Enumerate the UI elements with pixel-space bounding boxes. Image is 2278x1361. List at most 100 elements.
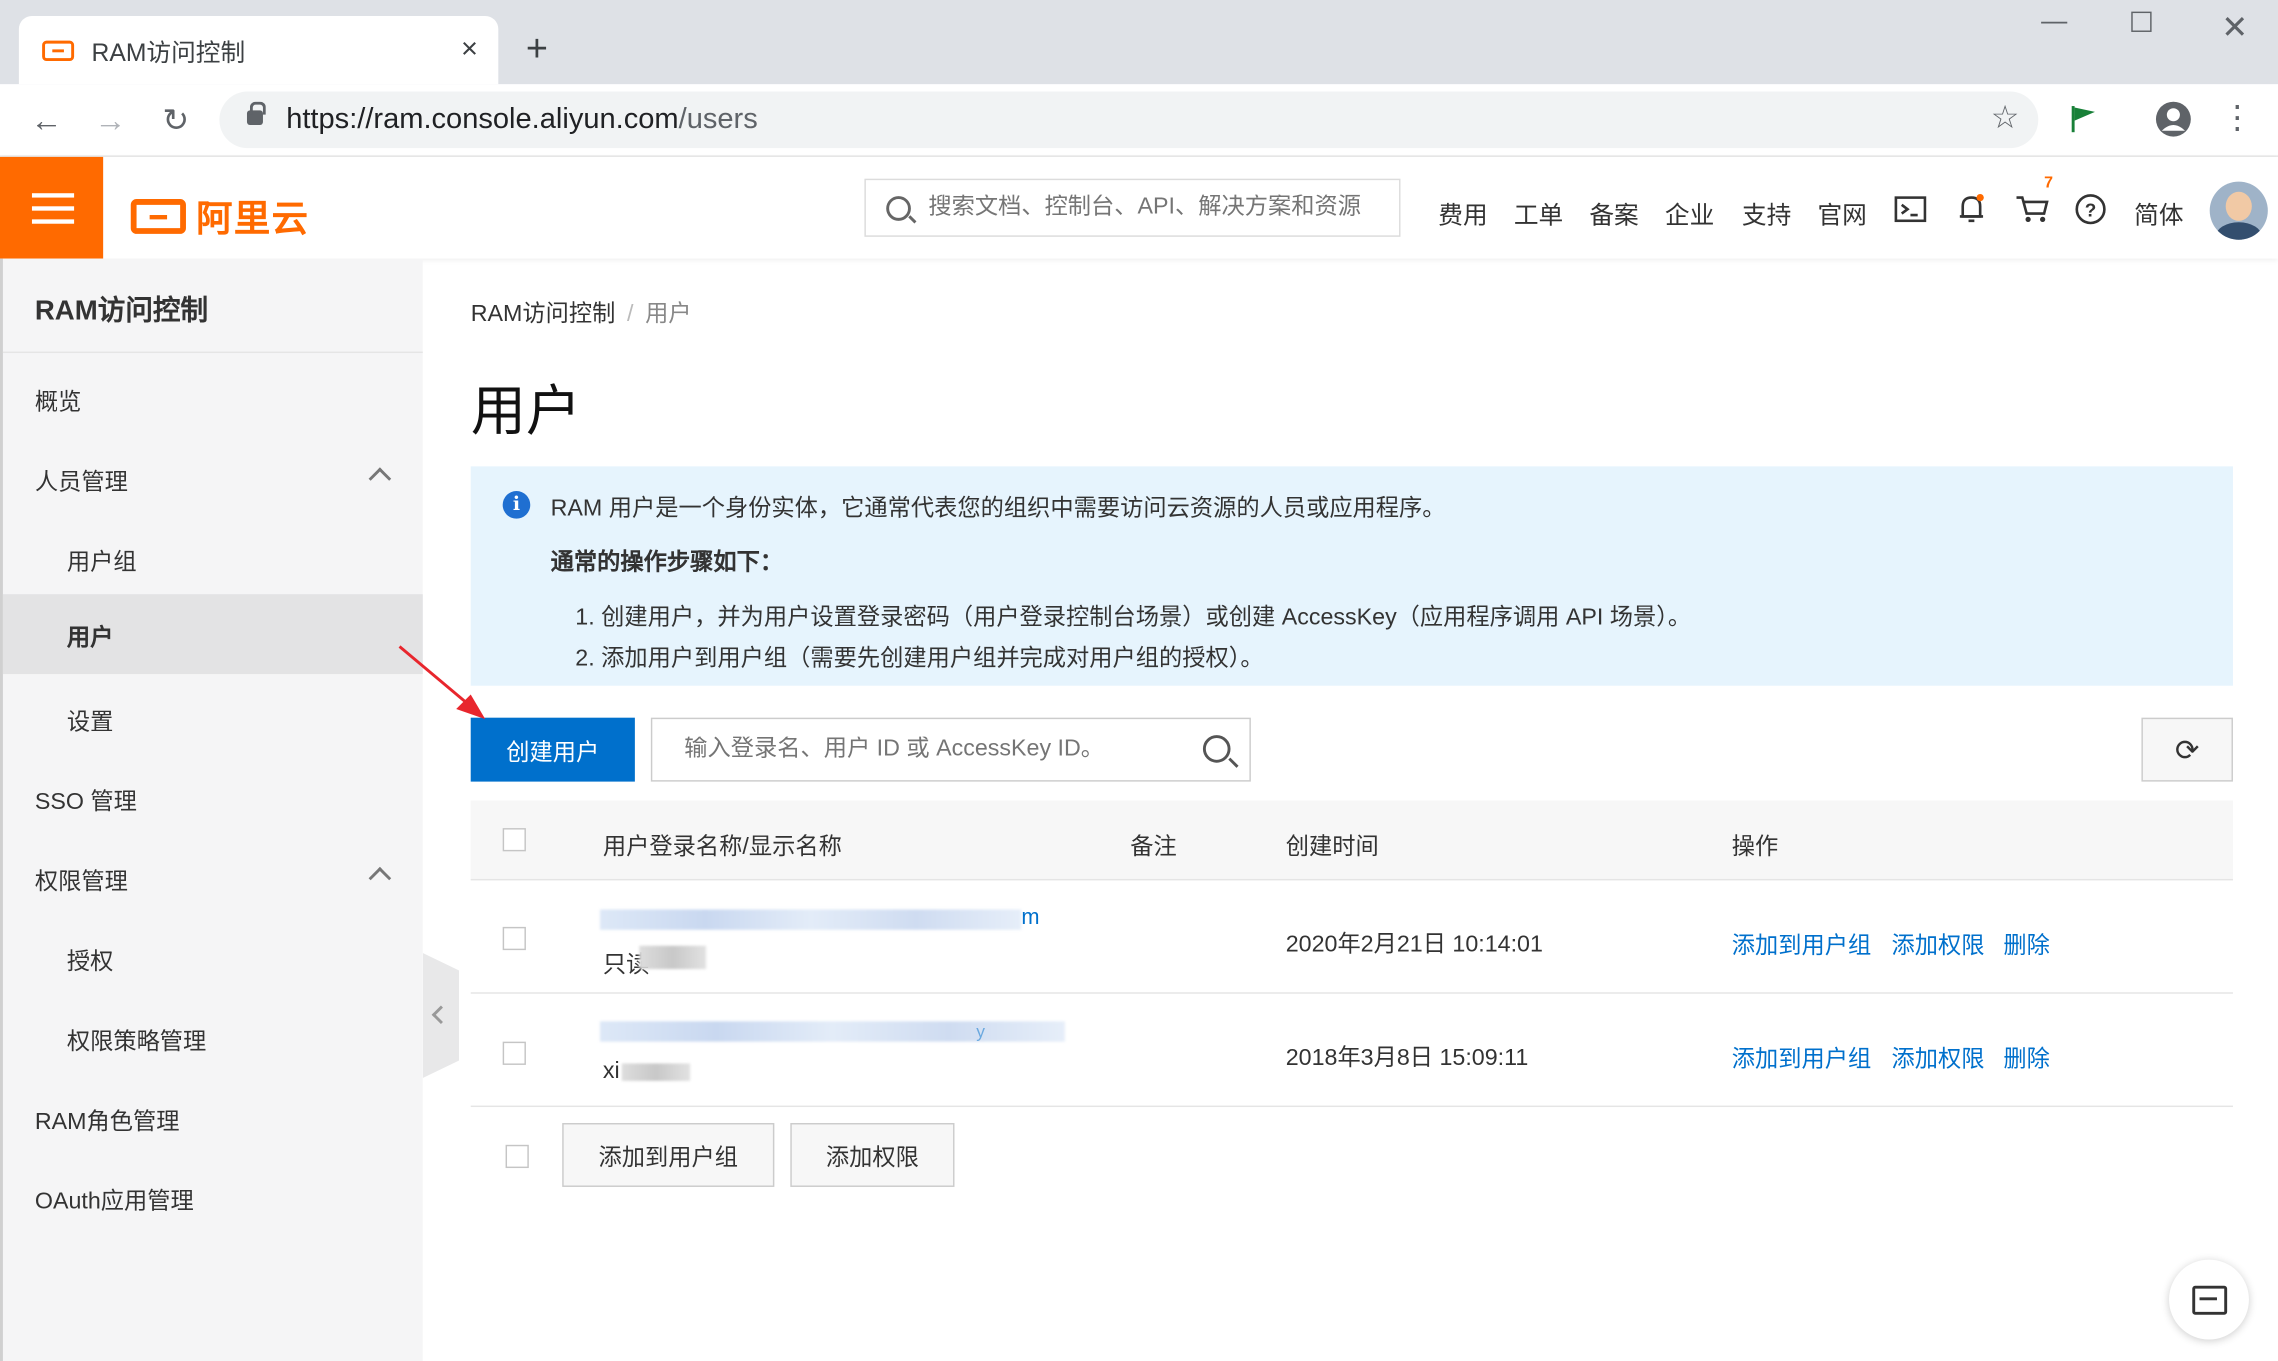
- notice-heading: 通常的操作步骤如下：: [550, 550, 784, 576]
- add-permission-link[interactable]: 添加权限: [1892, 1039, 1985, 1074]
- svg-text:?: ?: [2085, 200, 2097, 221]
- display-name-prefix: xi: [602, 1059, 620, 1084]
- header-link-icp[interactable]: 备案: [1589, 195, 1638, 231]
- bulk-add-to-group-button[interactable]: 添加到用户组: [562, 1123, 775, 1187]
- column-header-remark: 备注: [1130, 835, 1177, 861]
- forward-icon[interactable]: →: [90, 102, 131, 140]
- search-icon: [886, 195, 911, 221]
- bulk-add-permission-button[interactable]: 添加权限: [790, 1123, 955, 1187]
- aliyun-logo-icon: [130, 199, 186, 234]
- create-user-button[interactable]: 创建用户: [470, 717, 635, 782]
- sidebar-item-roles[interactable]: RAM角色管理: [3, 1078, 423, 1158]
- page-title: 用户: [470, 382, 582, 444]
- row-checkbox[interactable]: [502, 1041, 526, 1065]
- feedback-button[interactable]: [2169, 1259, 2249, 1340]
- sidebar-item-groups[interactable]: 用户组: [3, 519, 423, 599]
- notification-bell-icon[interactable]: [1957, 193, 1986, 225]
- notice-step-1: 1. 创建用户，并为用户设置登录密码（用户登录控制台场景）或创建 AccessK…: [575, 605, 1692, 631]
- delete-link[interactable]: 删除: [2003, 1039, 2050, 1074]
- header-link-fees[interactable]: 费用: [1438, 195, 1487, 231]
- url-text[interactable]: https://ram.console.aliyun.com/users: [286, 103, 758, 136]
- user-search-input[interactable]: [684, 736, 1179, 763]
- select-all-checkbox[interactable]: [502, 828, 526, 852]
- header-link-tickets[interactable]: 工单: [1514, 195, 1563, 231]
- sidebar-item-settings[interactable]: 设置: [3, 678, 423, 758]
- breadcrumb-root[interactable]: RAM访问控制: [471, 302, 616, 327]
- sidebar-item-label: 授权: [66, 949, 114, 975]
- refresh-button[interactable]: ⟳: [2141, 717, 2233, 782]
- feedback-icon: [2191, 1285, 2227, 1315]
- profile-icon[interactable]: [2155, 100, 2193, 138]
- sidebar-item-label: 人员管理: [34, 469, 128, 495]
- breadcrumb-separator: /: [626, 302, 634, 327]
- hamburger-menu-icon[interactable]: [0, 156, 104, 259]
- sidebar-item-people[interactable]: 人员管理: [3, 439, 423, 519]
- browser-menu-icon[interactable]: ⋮: [2217, 99, 2258, 137]
- sidebar-item-sso[interactable]: SSO 管理: [3, 758, 423, 838]
- redacted-login-name[interactable]: [600, 1021, 1065, 1042]
- url-host: https://ram.console.aliyun.com: [286, 103, 679, 136]
- sidebar-item-users[interactable]: 用户: [2, 594, 423, 675]
- bookmark-star-icon[interactable]: ☆: [1991, 99, 2020, 137]
- sidebar-item-label: 用户组: [66, 549, 137, 575]
- login-name-tail[interactable]: m: [1021, 905, 1039, 930]
- redacted-display-name: [639, 945, 707, 970]
- sidebar-item-policies[interactable]: 权限策略管理: [3, 998, 423, 1078]
- sidebar-collapse-handle[interactable]: [422, 953, 460, 1078]
- maximize-icon[interactable]: [2131, 11, 2152, 32]
- window-close-icon[interactable]: ✕: [2221, 9, 2248, 47]
- sidebar-title: RAM访问控制: [34, 296, 209, 327]
- sidebar-item-label: 概览: [34, 390, 82, 415]
- reload-icon[interactable]: ↻: [155, 102, 196, 140]
- header-link-website[interactable]: 官网: [1817, 195, 1866, 231]
- sidebar-item-grants[interactable]: 授权: [3, 918, 423, 998]
- cart-badge: 7: [2044, 174, 2053, 192]
- sidebar-item-label: 权限策略管理: [66, 1029, 207, 1055]
- add-to-group-link[interactable]: 添加到用户组: [1732, 1039, 1871, 1074]
- sidebar-item-label: 权限管理: [34, 869, 128, 895]
- sidebar-item-overview[interactable]: 概览: [3, 359, 423, 439]
- flag-extension-icon[interactable]: [2069, 105, 2098, 134]
- aliyun-logo[interactable]: 阿里云: [130, 190, 310, 242]
- browser-tab[interactable]: RAM访问控制 ×: [18, 15, 499, 85]
- global-search-input[interactable]: [928, 194, 1394, 221]
- created-time: 2018年3月8日 15:09:11: [1285, 1046, 1529, 1071]
- breadcrumb-current: 用户: [645, 302, 692, 327]
- sidebar-divider: [2, 351, 423, 354]
- cart-icon[interactable]: [2015, 195, 2050, 224]
- breadcrumb: RAM访问控制 / 用户: [471, 293, 692, 328]
- delete-link[interactable]: 删除: [2003, 925, 2050, 960]
- lock-icon: [246, 101, 266, 125]
- column-header-created: 创建时间: [1285, 835, 1379, 861]
- global-search[interactable]: [864, 178, 1401, 237]
- back-icon[interactable]: ←: [26, 102, 67, 140]
- add-to-group-link[interactable]: 添加到用户组: [1732, 925, 1871, 960]
- search-icon[interactable]: [1202, 735, 1231, 763]
- header-link-enterprise[interactable]: 企业: [1665, 195, 1714, 231]
- created-time: 2020年2月21日 10:14:01: [1285, 932, 1543, 958]
- help-icon[interactable]: ?: [2075, 193, 2107, 225]
- terminal-icon[interactable]: [1894, 196, 1927, 223]
- new-tab-icon[interactable]: +: [526, 26, 548, 70]
- minimize-icon[interactable]: —: [2041, 6, 2067, 37]
- url-path: /users: [678, 103, 758, 136]
- header-link-support[interactable]: 支持: [1742, 195, 1791, 231]
- notice-step-2: 2. 添加用户到用户组（需要先创建用户组并完成对用户组的授权）。: [575, 646, 1264, 672]
- bulk-select-checkbox[interactable]: [505, 1144, 529, 1169]
- row-checkbox[interactable]: [502, 926, 526, 951]
- tab-title: RAM访问控制: [91, 39, 246, 67]
- column-header-actions: 操作: [1731, 835, 1779, 861]
- sidebar-item-oauth[interactable]: OAuth应用管理: [3, 1158, 423, 1238]
- language-switch[interactable]: 简体: [2134, 195, 2183, 231]
- omnibox[interactable]: https://ram.console.aliyun.com/users ☆: [219, 91, 2039, 149]
- redacted-login-name[interactable]: [600, 909, 1022, 930]
- chevron-up-icon: [368, 866, 392, 890]
- tab-close-icon[interactable]: ×: [461, 33, 478, 66]
- avatar[interactable]: [2209, 181, 2268, 240]
- sidebar-item-permissions[interactable]: 权限管理: [3, 838, 423, 918]
- add-permission-link[interactable]: 添加权限: [1892, 925, 1985, 960]
- login-name-tail[interactable]: y: [976, 1021, 985, 1041]
- logo-text: 阿里云: [196, 199, 310, 240]
- sidebar-item-label: OAuth应用管理: [34, 1189, 194, 1214]
- user-search[interactable]: [650, 717, 1251, 782]
